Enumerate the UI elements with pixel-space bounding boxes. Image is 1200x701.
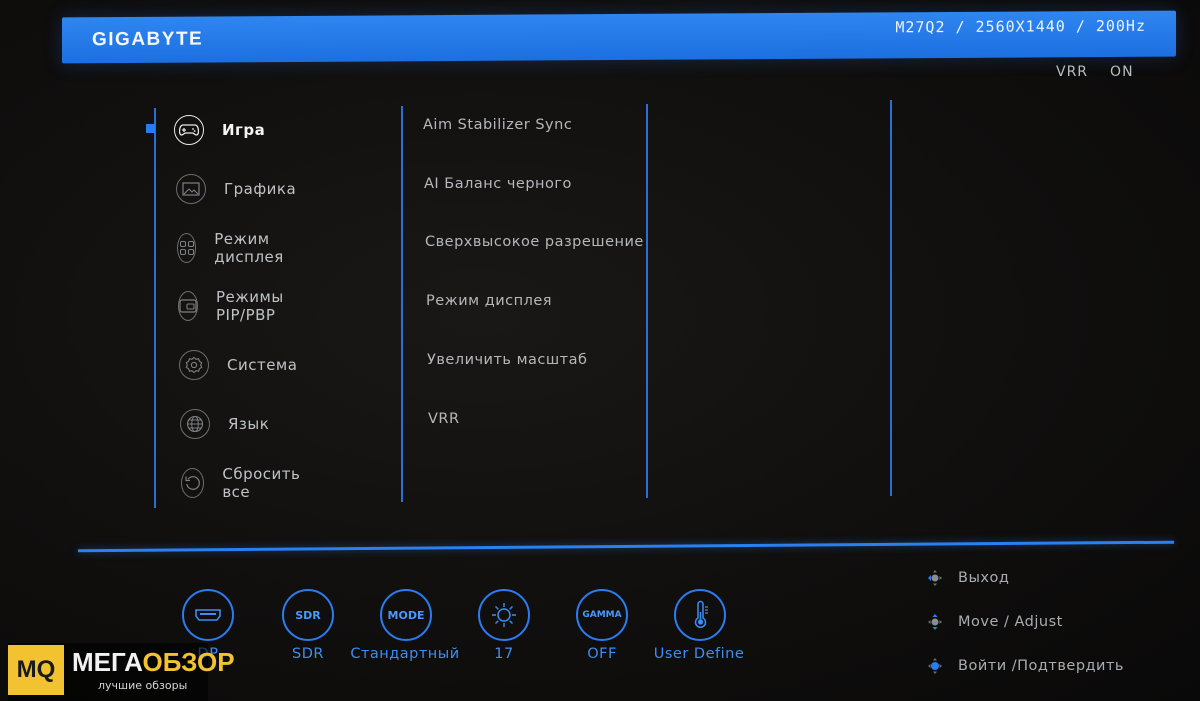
hint-exit-label: Выход: [958, 570, 1010, 586]
model-info: M27Q2 / 2560X1440 / 200Hz: [895, 17, 1146, 37]
gamma-icon[interactable]: GAMMA: [576, 589, 628, 641]
vrr-status-label: VRR: [1056, 64, 1089, 80]
grid-icon: [177, 233, 197, 263]
watermark-logo: MQ: [8, 645, 64, 695]
hint-move-adjust: Move / Adjust: [924, 611, 1063, 633]
gamepad-icon: [174, 115, 204, 145]
pip-icon: [178, 291, 198, 321]
gear-icon: [179, 350, 209, 380]
hint-move-adjust-label: Move / Adjust: [958, 614, 1063, 630]
watermark-subtitle: лучшие обзоры: [98, 679, 188, 692]
menu-item-system[interactable]: Система: [179, 345, 297, 385]
sub-item-aim-stabilizer[interactable]: Aim Stabilizer Sync: [423, 117, 572, 133]
quick-label-brightness: 17: [494, 646, 514, 662]
column-divider: [401, 106, 403, 502]
picture-icon: [176, 174, 206, 204]
hdmi-icon[interactable]: [182, 589, 234, 641]
menu-item-label: Режим дисплея: [214, 230, 284, 266]
model-name: M27Q2: [895, 18, 946, 37]
column-divider: [646, 104, 648, 498]
menu-item-game[interactable]: Игра: [174, 110, 265, 150]
quick-label-color-temp: User Define: [653, 646, 745, 662]
menu-item-label: Система: [227, 356, 298, 374]
menu-item-language[interactable]: Язык: [180, 404, 269, 444]
menu-item-label: Графика: [224, 180, 297, 198]
sub-item-black-equalizer[interactable]: AI Баланс черного: [424, 176, 572, 192]
mode-icon-text: MODE: [387, 608, 425, 622]
joystick-left-icon: [928, 570, 942, 586]
menu-item-display-mode[interactable]: Режим дисплея: [177, 228, 295, 268]
joystick-press-icon: [928, 658, 942, 674]
menu-item-pip-pbp[interactable]: Режимы PIP/PBP: [178, 286, 294, 326]
reset-icon: [181, 468, 205, 498]
menu-item-label: Язык: [228, 415, 270, 433]
menu-item-graphics[interactable]: Графика: [176, 169, 296, 209]
sub-item-super-resolution[interactable]: Сверхвысокое разрешение: [425, 234, 644, 250]
hint-enter-confirm: Войти /Подтвердить: [924, 655, 1124, 677]
sdr-icon[interactable]: SDR: [282, 589, 334, 641]
hint-enter-confirm-label: Войти /Подтвердить: [958, 658, 1124, 674]
selection-marker: [146, 124, 155, 133]
menu-item-label: Игра: [222, 121, 266, 139]
column-divider: [154, 108, 156, 508]
watermark-title-part2: ОБЗОР: [142, 647, 235, 677]
quick-label-gamma: OFF: [587, 646, 617, 662]
sub-item-display-mode[interactable]: Режим дисплея: [426, 293, 552, 309]
thermometer-icon[interactable]: [674, 589, 726, 641]
quick-label-picture-mode: Стандартный: [350, 646, 460, 662]
menu-item-label: Сбросить все: [222, 465, 301, 501]
vrr-status-value: ON: [1110, 64, 1134, 80]
gamma-icon-text: GAMMA: [582, 610, 622, 620]
column-divider: [890, 100, 892, 496]
osd-screen: GIGABYTE M27Q2 / 2560X1440 / 200Hz VRR ON Игр…: [0, 0, 1200, 701]
globe-icon: [180, 409, 210, 439]
menu-item-reset-all[interactable]: Сбросить все: [181, 463, 307, 503]
resolution: 2560X1440: [975, 17, 1066, 36]
watermark-title-part1: МЕГА: [72, 647, 143, 677]
hint-exit: Выход: [924, 567, 1009, 589]
watermark-title: МЕГАОБЗОР: [72, 647, 235, 678]
menu-item-label: Режимы PIP/PBP: [216, 288, 284, 324]
sub-item-zoom[interactable]: Увеличить масштаб: [427, 352, 587, 368]
bottom-separator: [78, 540, 1174, 553]
mode-icon[interactable]: MODE: [380, 589, 432, 641]
refresh-rate: 200Hz: [1095, 16, 1146, 36]
separator: /: [1075, 17, 1086, 36]
sub-item-vrr[interactable]: VRR: [428, 411, 460, 427]
vrr-status: VRR ON: [1056, 64, 1156, 80]
quick-label-hdr: SDR: [292, 646, 324, 662]
osd-header: GIGABYTE M27Q2 / 2560X1440 / 200Hz: [62, 10, 1176, 64]
watermark: MQ МЕГАОБЗОР лучшие обзоры: [8, 643, 235, 701]
separator: /: [955, 17, 966, 36]
brightness-icon[interactable]: [478, 589, 530, 641]
brand-logo: GIGABYTE: [92, 28, 204, 51]
joystick-updown-icon: [928, 614, 942, 630]
sdr-icon-text: SDR: [295, 608, 321, 622]
